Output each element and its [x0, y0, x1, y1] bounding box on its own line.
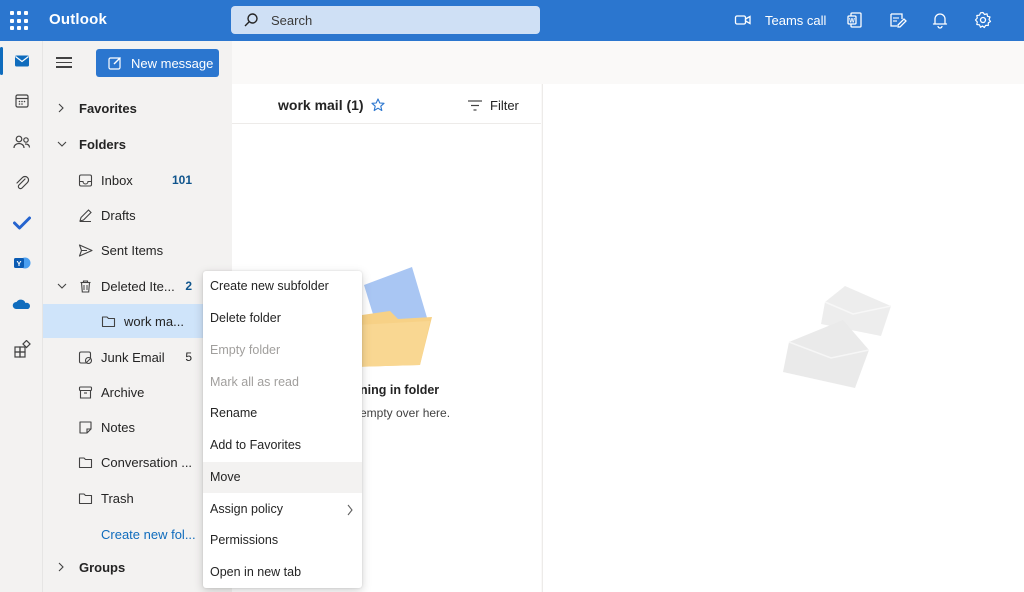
sticky-notes-icon[interactable] — [889, 11, 907, 29]
chevron-right-icon — [347, 504, 353, 516]
rail-onedrive-icon[interactable] — [0, 284, 43, 324]
rail-apps-icon[interactable] — [0, 329, 43, 369]
note-icon — [79, 421, 92, 434]
rail-attachment-icon[interactable] — [0, 163, 43, 203]
unread-count: 5 — [185, 350, 192, 364]
unread-count: 101 — [171, 173, 192, 187]
folder-sent-items[interactable]: Sent Items — [43, 233, 232, 267]
svg-text:Y: Y — [16, 259, 21, 268]
filter-label: Filter — [490, 98, 519, 113]
teams-call-button[interactable]: Teams call — [765, 13, 826, 28]
message-list-header: work mail (1) Filter — [232, 84, 541, 124]
menu-item-move[interactable]: Move — [203, 462, 362, 493]
create-new-folder-link[interactable]: Create new fol... — [101, 527, 196, 542]
folder-title: work mail (1) — [278, 97, 364, 113]
command-bar — [232, 41, 1024, 84]
star-icon[interactable] — [371, 98, 385, 112]
bell-icon[interactable] — [931, 11, 949, 29]
menu-item-assign-policy[interactable]: Assign policy — [203, 494, 362, 525]
menu-item-delete-folder[interactable]: Delete folder — [203, 303, 362, 334]
rail-yammer-icon[interactable]: Y — [0, 243, 43, 283]
unread-count: 2 — [185, 279, 192, 293]
folder-icon — [101, 316, 116, 328]
svg-text:W: W — [849, 19, 855, 25]
send-icon — [78, 244, 93, 257]
chevron-down-icon — [57, 283, 67, 289]
envelope-illustration — [783, 286, 892, 388]
archive-icon — [78, 386, 93, 399]
assign-policy-label: Assign policy — [210, 502, 283, 516]
menu-item-permissions[interactable]: Permissions — [203, 525, 362, 556]
junk-icon — [78, 351, 93, 365]
new-message-button[interactable]: New message — [96, 49, 219, 77]
filter-button[interactable]: Filter — [468, 98, 519, 113]
empty-state-title: ning in folder — [360, 383, 440, 397]
folder-drafts[interactable]: Drafts — [43, 198, 232, 232]
rail-todo-icon[interactable] — [0, 203, 43, 243]
app-title[interactable]: Outlook — [49, 11, 107, 28]
rail-calendar-icon[interactable] — [0, 81, 43, 121]
folder-icon — [78, 457, 93, 469]
search-icon — [244, 13, 258, 27]
gear-icon[interactable] — [974, 11, 992, 29]
app-rail: Y — [0, 41, 43, 592]
rail-people-icon[interactable] — [0, 122, 43, 162]
search-box[interactable]: Search — [231, 6, 540, 34]
menu-item-create-new-subfolder[interactable]: Create new subfolder — [203, 271, 362, 302]
chevron-right-icon — [58, 562, 64, 572]
chevron-right-icon — [58, 103, 64, 113]
menu-item-empty-folder: Empty folder — [210, 343, 281, 357]
new-message-label: New message — [131, 55, 214, 71]
pencil-icon — [79, 209, 92, 222]
menu-item-mark-all-as-read: Mark all as read — [210, 375, 299, 389]
app-launcher-icon[interactable] — [10, 11, 30, 31]
empty-folder-illustration — [352, 267, 432, 367]
compose-icon — [108, 57, 121, 70]
reading-pane — [542, 84, 1024, 592]
inbox-icon — [78, 174, 93, 187]
search-placeholder: Search — [271, 13, 313, 28]
office-icon[interactable]: W — [846, 11, 864, 29]
rail-mail-icon[interactable] — [0, 41, 43, 81]
folder-context-menu: Create new subfolder Delete folder Empty… — [203, 271, 362, 588]
filter-icon — [468, 100, 482, 111]
menu-item-open-in-new-tab[interactable]: Open in new tab — [203, 557, 362, 588]
top-bar: Outlook Search Teams call W — [0, 0, 1024, 41]
menu-item-rename[interactable]: Rename — [203, 398, 362, 429]
trash-icon — [80, 280, 91, 293]
menu-item-add-to-favorites[interactable]: Add to Favorites — [203, 430, 362, 461]
favorites-header[interactable]: Favorites — [43, 91, 232, 125]
folder-inbox[interactable]: Inbox 101 — [43, 163, 232, 197]
video-icon[interactable] — [734, 11, 752, 29]
hamburger-menu-icon[interactable] — [56, 57, 72, 71]
empty-state-subtitle: empty over here. — [360, 406, 451, 420]
folder-icon — [78, 493, 93, 505]
folders-header[interactable]: Folders — [43, 127, 232, 161]
chevron-down-icon — [57, 141, 67, 147]
